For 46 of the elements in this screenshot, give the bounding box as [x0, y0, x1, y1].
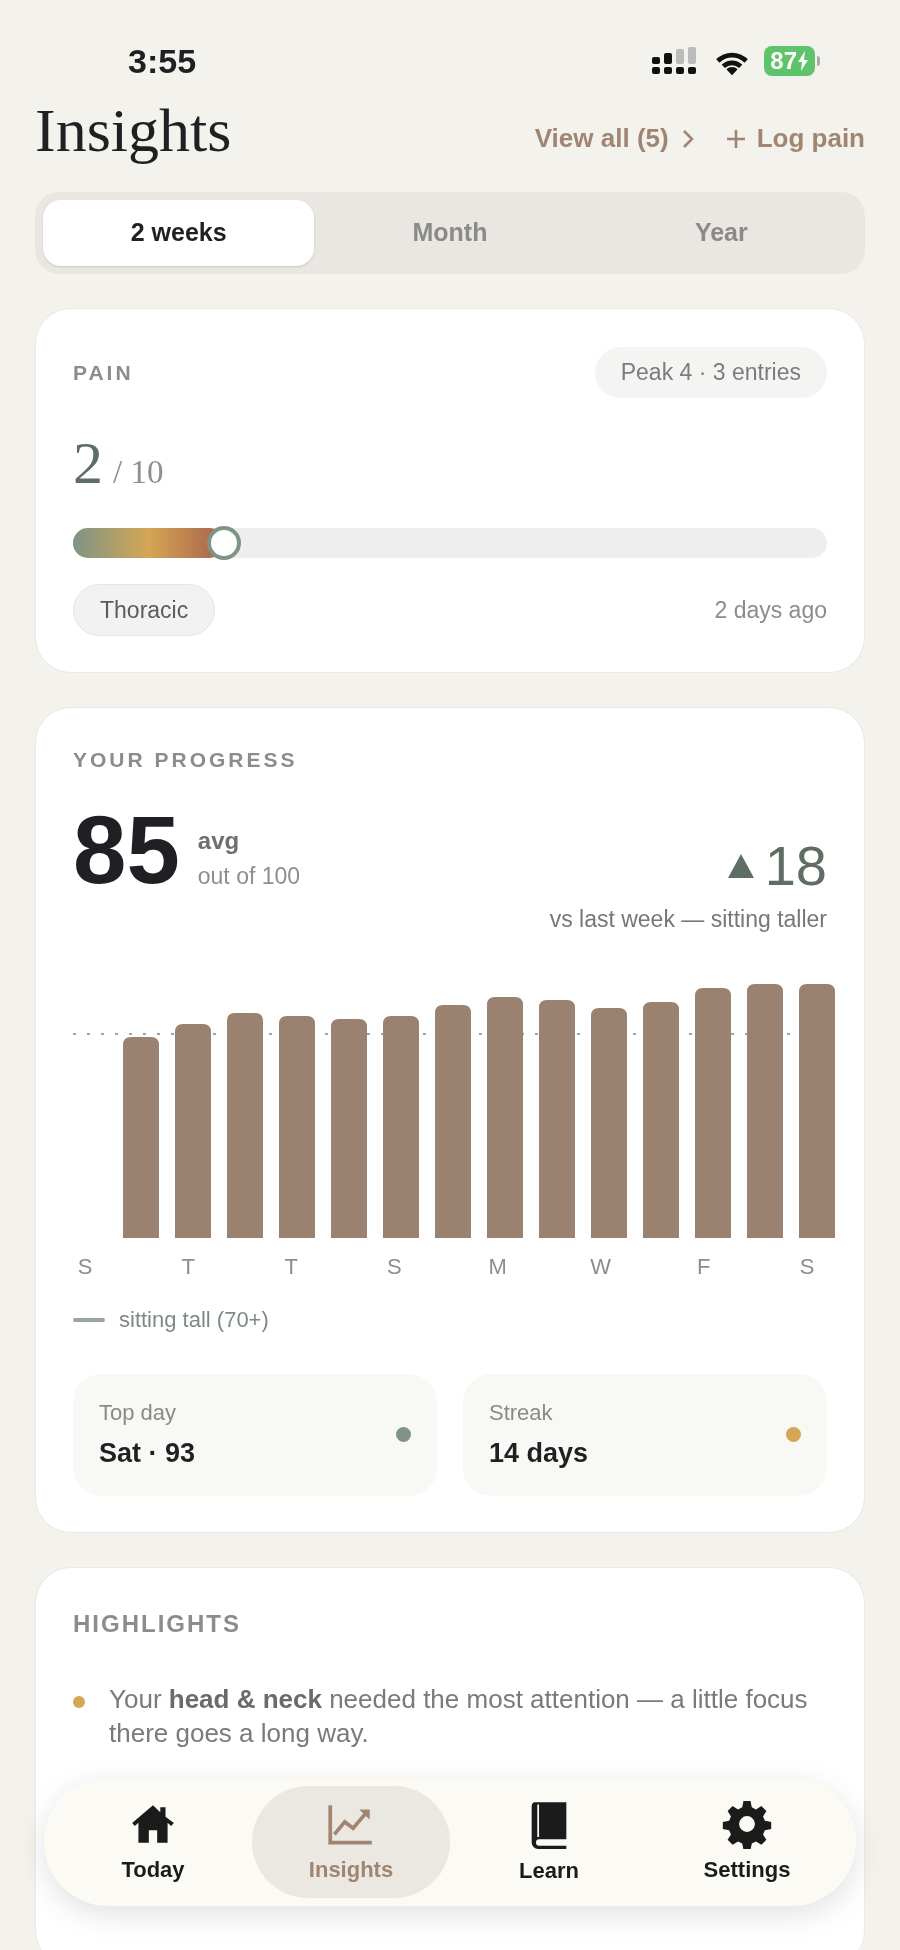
plus-icon — [724, 127, 747, 150]
chevron-right-icon — [680, 127, 695, 150]
log-pain-button[interactable]: Log pain — [724, 119, 865, 158]
tab-bar-item[interactable]: Settings — [648, 1786, 846, 1898]
status-time: 3:55 — [128, 40, 197, 82]
tab-bar-item[interactable]: Insights — [252, 1786, 450, 1898]
section-heading: YOUR PROGRESS — [73, 748, 298, 771]
progress-score: 85 — [73, 799, 180, 900]
battery-indicator: 87 — [764, 46, 820, 76]
view-all-link[interactable]: View all (5) — [534, 119, 695, 158]
score-label: avg — [197, 826, 241, 856]
legend-line — [73, 1317, 105, 1322]
stat-value: Sat · 93 — [99, 1437, 196, 1470]
section-heading: HIGHLIGHTS — [73, 1609, 241, 1637]
stat-label: Top day — [99, 1399, 178, 1427]
day-label: F — [696, 1253, 712, 1281]
day-label: S — [798, 1253, 816, 1281]
page-title: Insights — [35, 95, 232, 166]
last-entry-time: 2 days ago — [714, 595, 827, 625]
day-label: S — [76, 1253, 94, 1281]
day-label: W — [589, 1253, 613, 1281]
score-scale: out of 100 — [197, 862, 301, 891]
region-tag: Thoracic — [73, 583, 216, 636]
range-tab[interactable]: Month — [314, 200, 586, 266]
range-tab[interactable]: 2 weeks — [43, 200, 315, 266]
section-heading: PAIN — [73, 359, 134, 386]
bolt-icon — [797, 51, 809, 71]
change-caption: vs last week — sitting taller — [549, 904, 827, 934]
triangle-up-icon — [726, 852, 755, 879]
settings-icon — [722, 1798, 772, 1849]
pain-score: 2 — [73, 428, 103, 498]
day-label: S — [386, 1253, 403, 1281]
range-tab[interactable]: Year — [585, 200, 857, 266]
tab-bar-item[interactable]: Learn — [450, 1786, 648, 1898]
tab-bar-item[interactable]: Today — [54, 1786, 252, 1898]
day-label: T — [283, 1253, 299, 1281]
score-change: 18 — [764, 835, 827, 896]
highlight-text: Your head & neck needed the most attention — a little focus there goes a long way. — [109, 1682, 809, 1750]
pain-thumb[interactable] — [206, 525, 241, 560]
pain-scale: / 10 — [113, 452, 164, 492]
stat-label: Streak — [489, 1399, 554, 1427]
day-label: M — [487, 1253, 508, 1281]
legend-label: sitting tall (70+) — [119, 1306, 269, 1334]
day-label: T — [180, 1253, 196, 1281]
stat-value: 14 days — [489, 1437, 589, 1470]
peak-summary: Peak 4 · 3 entries — [594, 347, 827, 398]
